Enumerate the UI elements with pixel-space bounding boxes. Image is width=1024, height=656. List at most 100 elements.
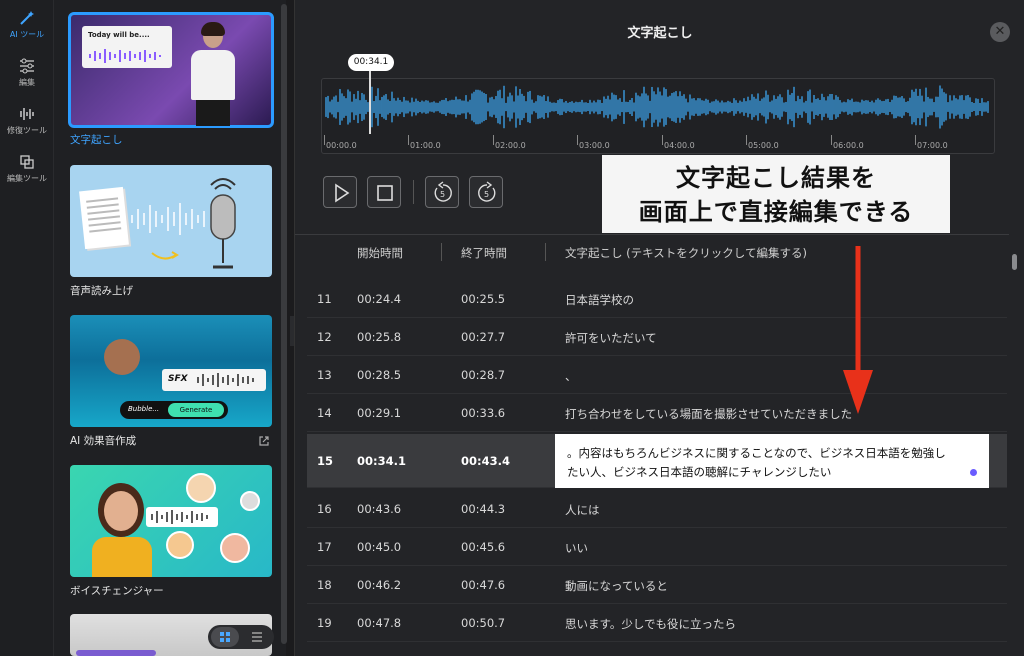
- header-end-time: 終了時間: [461, 246, 507, 260]
- rewind-5-icon: 5: [434, 181, 452, 202]
- rail-item-repair[interactable]: 修復ツール: [0, 100, 54, 144]
- stop-button[interactable]: [367, 176, 401, 208]
- transcript-edit-field[interactable]: 。内容はもちろんビジネスに関することなので、ビジネス日本語を勉強し たい人、ビジ…: [555, 434, 989, 488]
- waveform-repair-icon: [20, 108, 34, 120]
- svg-text:5: 5: [484, 190, 489, 199]
- tick-mark: [408, 135, 409, 145]
- microphone-icon: [210, 178, 236, 269]
- table-row-selected[interactable]: 15 00:34.1 00:43.4 。内容はもちろんビジネスに関することなので…: [307, 434, 1007, 488]
- table-row[interactable]: 19 00:47.8 00:50.7 思います。少しでも役に立ったら: [307, 604, 1007, 642]
- tool-thumbnail: SFX Bubble... Generate: [70, 315, 272, 427]
- table-scrollbar[interactable]: [1012, 254, 1017, 270]
- row-text[interactable]: 人には: [565, 502, 600, 518]
- grid-icon: [220, 632, 230, 642]
- annotation-callout: 文字起こし結果を 画面上で直接編集できる: [602, 155, 950, 233]
- tool-thumbnail: [70, 165, 272, 277]
- table-row[interactable]: 17 00:45.0 00:45.6 いい: [307, 528, 1007, 566]
- row-text[interactable]: 、: [565, 368, 577, 384]
- playhead[interactable]: [369, 70, 371, 134]
- arrow-icon: [151, 251, 179, 260]
- thumb-waveform: [89, 49, 161, 63]
- table-row[interactable]: 11 00:24.4 00:25.5 日本語学校の: [307, 280, 1007, 318]
- play-button[interactable]: [323, 176, 357, 208]
- list-view-button[interactable]: [243, 627, 271, 647]
- tick-label: 00:00.0: [326, 141, 357, 150]
- row-end: 00:28.7: [461, 368, 506, 382]
- row-index: 11: [317, 292, 332, 306]
- waveform-timeline[interactable]: 00:00.0 01:00.0 02:00.0 03:00.0 04:00.0 …: [321, 78, 995, 154]
- table-row[interactable]: 14 00:29.1 00:33.6 打ち合わせをしている場面を撮影させていただ…: [307, 394, 1007, 432]
- tick-mark: [324, 135, 325, 145]
- row-index: 16: [317, 502, 332, 516]
- forward-5s-button[interactable]: 5: [469, 176, 503, 208]
- row-text[interactable]: 動画になっていると: [565, 578, 668, 594]
- tick-label: 04:00.0: [664, 141, 695, 150]
- row-text[interactable]: 日本語学校の: [565, 292, 634, 308]
- transcription-panel: 文字起こし ✕ 00:00.0 01:00.0 02:00.0 03:00.0 …: [294, 0, 1024, 656]
- tick-label: 07:00.0: [917, 141, 948, 150]
- tool-text-to-speech[interactable]: 音声読み上げ: [70, 165, 272, 297]
- tool-transcription[interactable]: Today will be.... 文字起こし: [68, 12, 274, 146]
- row-text[interactable]: 許可をいただいて: [565, 330, 657, 346]
- tool-label: 文字起こし: [70, 134, 123, 146]
- thumb-input-text: Bubble...: [128, 405, 160, 413]
- table-header: 開始時間 終了時間 文字起こし (テキストをクリックして編集する): [295, 234, 1009, 268]
- table-row[interactable]: 16 00:43.6 00:44.3 人には: [307, 490, 1007, 528]
- rail-item-edit[interactable]: 編集: [0, 52, 54, 96]
- thumb-waveform: [197, 373, 254, 387]
- row-end: 00:45.6: [461, 540, 506, 554]
- rewind-5s-button[interactable]: 5: [425, 176, 459, 208]
- tick-label: 03:00.0: [579, 141, 610, 150]
- crop-icon: [20, 155, 34, 169]
- row-index: 19: [317, 616, 332, 630]
- forward-5-icon: 5: [478, 181, 496, 202]
- thumb-avatar: [186, 473, 216, 503]
- row-index: 15: [317, 454, 334, 468]
- row-text[interactable]: 打ち合わせをしている場面を撮影させていただきました: [565, 406, 852, 422]
- tool-voice-changer[interactable]: ボイスチェンジャー: [70, 465, 272, 597]
- view-toggle: [208, 625, 274, 649]
- table-row[interactable]: 18 00:46.2 00:47.6 動画になっていると: [307, 566, 1007, 604]
- svg-text:5: 5: [440, 190, 445, 199]
- tick-label: 01:00.0: [410, 141, 441, 150]
- play-icon: [335, 183, 350, 203]
- tick-mark: [493, 135, 494, 145]
- rail-label: 修復ツール: [7, 126, 47, 135]
- table-row[interactable]: 13 00:28.5 00:28.7 、: [307, 356, 1007, 394]
- header-transcript: 文字起こし (テキストをクリックして編集する): [565, 246, 807, 260]
- thumb-swimmer: [104, 339, 140, 375]
- tool-list-scrollbar[interactable]: [281, 4, 287, 644]
- grid-view-button[interactable]: [211, 627, 239, 647]
- thumb-avatar: [220, 533, 250, 563]
- row-end: 00:27.7: [461, 330, 506, 344]
- rail-label: 編集: [19, 78, 35, 87]
- thumb-person: [188, 22, 238, 126]
- header-start-time: 開始時間: [357, 246, 403, 260]
- tool-thumbnail: Today will be....: [68, 12, 274, 128]
- row-start: 00:45.0: [357, 540, 402, 554]
- row-text[interactable]: 思います。少しでも役に立ったら: [565, 616, 736, 632]
- thumb-generate-button: Generate: [168, 403, 224, 417]
- magic-wand-icon: [20, 11, 34, 25]
- row-index: 17: [317, 540, 332, 554]
- row-end: 00:33.6: [461, 406, 506, 420]
- row-text[interactable]: いい: [565, 540, 588, 556]
- table-row[interactable]: 12 00:25.8 00:27.7 許可をいただいて: [307, 318, 1007, 356]
- tool-ai-sound-effects[interactable]: SFX Bubble... Generate AI 効果音作成: [70, 315, 272, 447]
- rail-item-edit-tools[interactable]: 編集ツール: [0, 148, 54, 192]
- row-start: 00:28.5: [357, 368, 402, 382]
- row-start: 00:47.8: [357, 616, 402, 630]
- playhead-time: 00:34.1: [348, 54, 394, 71]
- rail-item-ai-tools[interactable]: AI ツール: [0, 4, 54, 48]
- close-button[interactable]: ✕: [990, 22, 1010, 42]
- rail-label: AI ツール: [9, 30, 45, 39]
- rail-label: 編集ツール: [7, 174, 47, 183]
- row-index: 13: [317, 368, 332, 382]
- row-start: 00:46.2: [357, 578, 402, 592]
- external-link-icon[interactable]: [258, 435, 270, 447]
- thumb-generate-bar: Bubble... Generate: [120, 401, 228, 419]
- row-end: 00:43.4: [461, 454, 510, 468]
- tick-mark: [831, 135, 832, 145]
- tool-thumbnail: [70, 465, 272, 577]
- thumb-caption-text: Today will be....: [88, 31, 150, 39]
